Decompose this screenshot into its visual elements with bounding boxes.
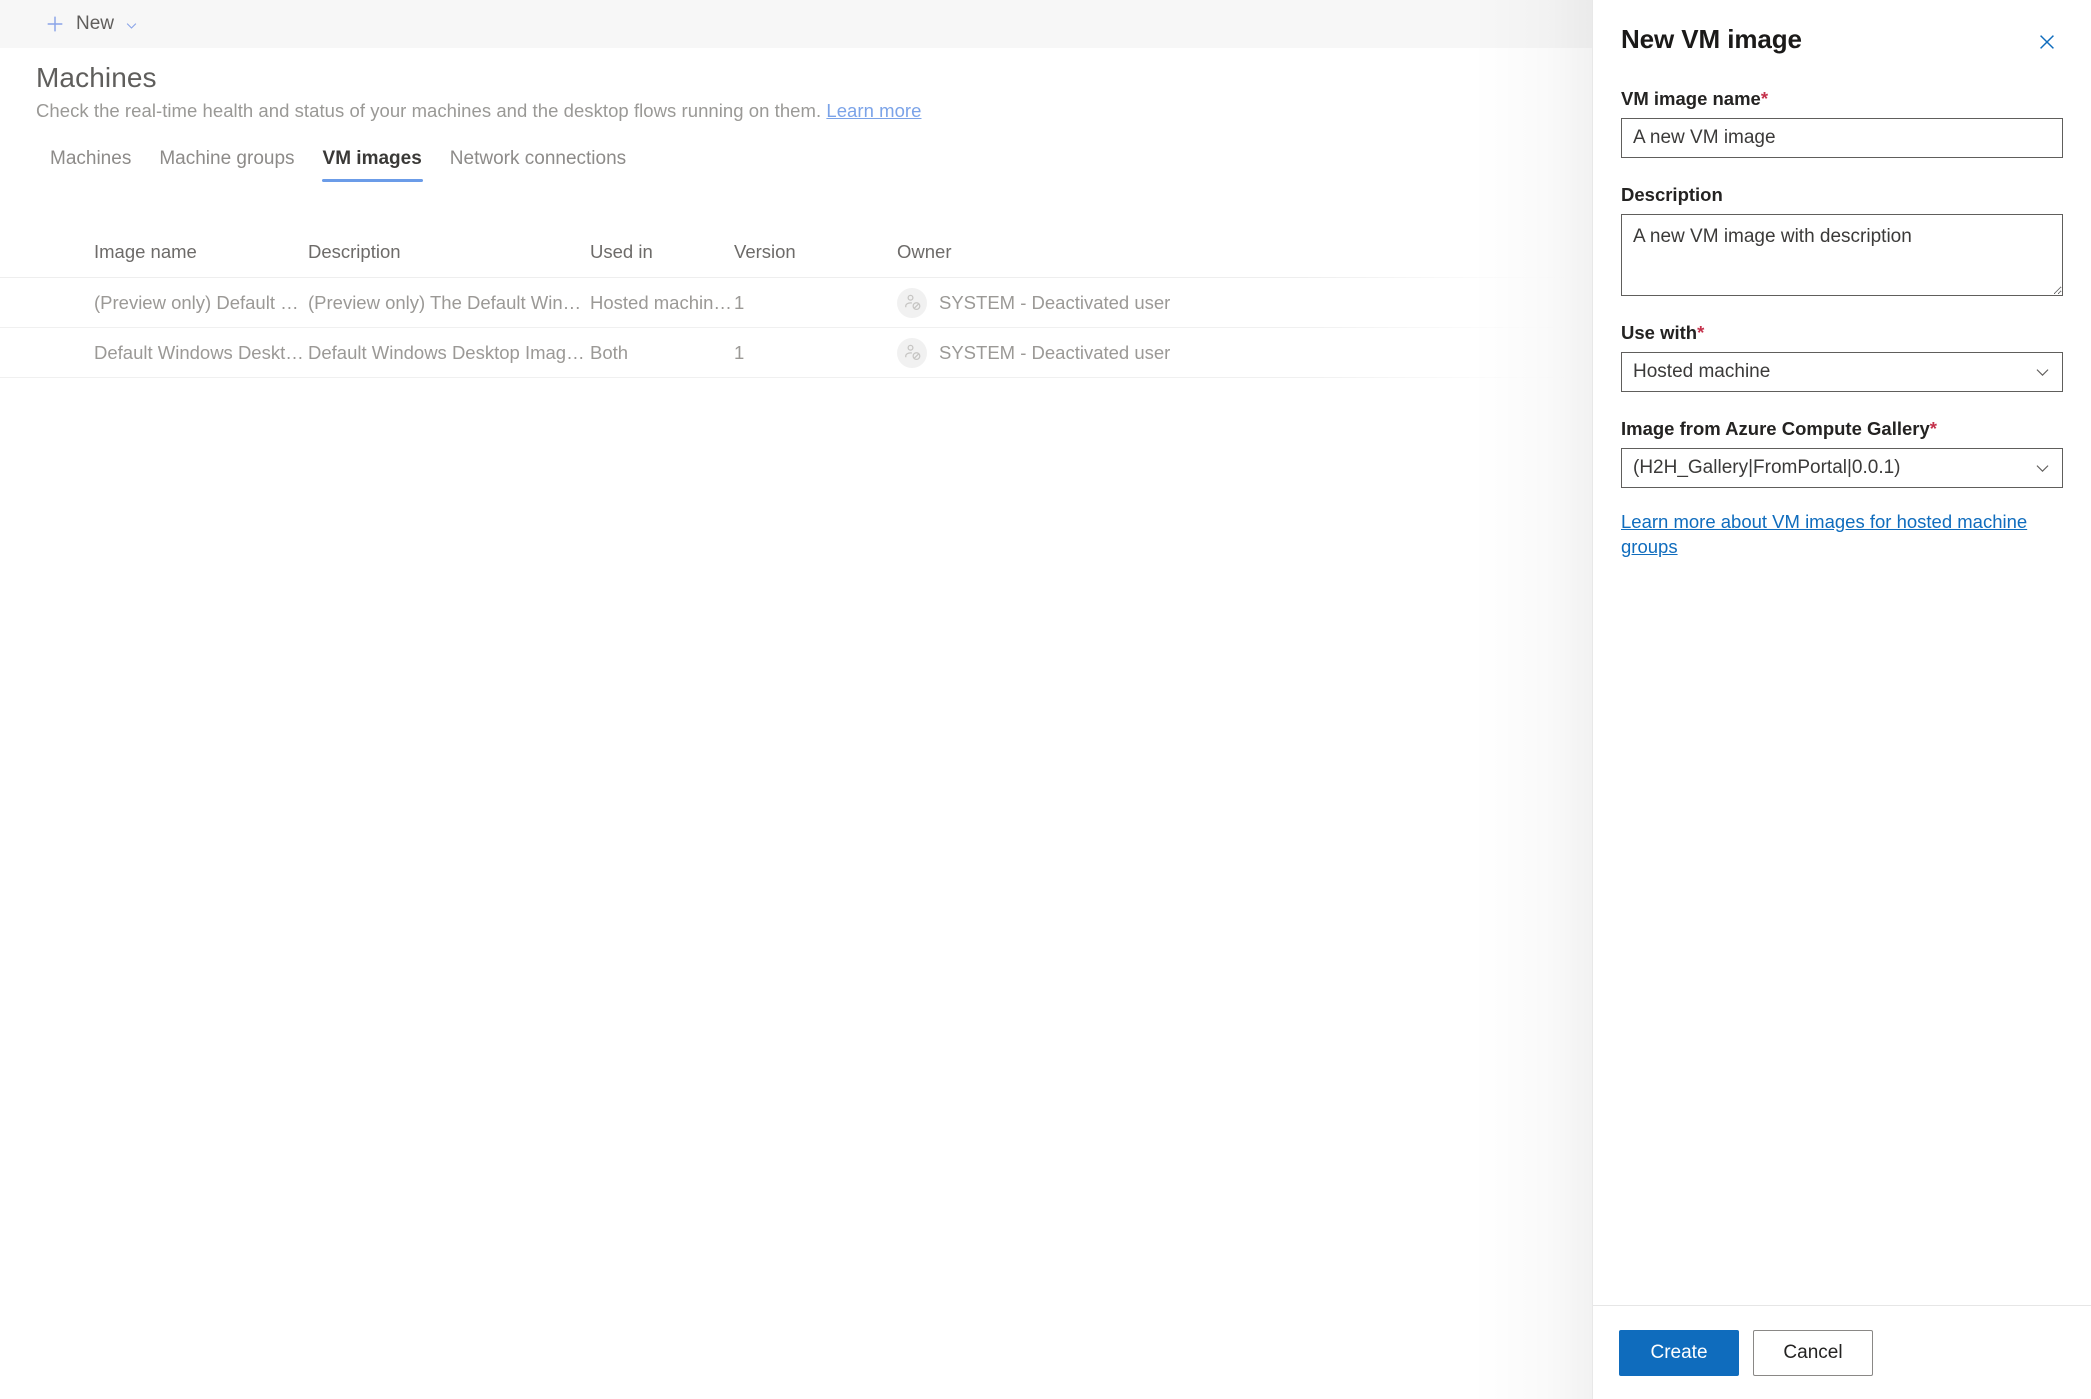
column-header-description[interactable]: Description — [308, 241, 590, 263]
field-vm-image-name: VM image name* — [1621, 88, 2063, 158]
new-button-label: New — [76, 13, 115, 34]
cell-version: 1 — [734, 341, 745, 363]
description-label: Description — [1621, 184, 2063, 206]
panel-footer: Create Cancel — [1593, 1305, 2091, 1399]
required-asterisk: * — [1760, 88, 1769, 109]
cell-image-name: Default Windows Desktop I... — [94, 341, 308, 363]
deactivated-user-icon — [897, 337, 927, 368]
cell-image-name: (Preview only) Default Windo... — [94, 291, 308, 313]
panel-header: New VM image — [1593, 0, 2091, 58]
tab-vm-images[interactable]: VM images — [309, 144, 436, 182]
new-button[interactable]: New — [36, 4, 147, 44]
panel-title: New VM image — [1621, 24, 1802, 54]
page-subtitle: Check the real-time health and status of… — [36, 100, 921, 122]
use-with-label: Use with* — [1621, 322, 2063, 344]
field-description: Description — [1621, 184, 2063, 296]
table-row[interactable]: (Preview only) Default Windo... (Preview… — [0, 278, 1592, 328]
command-bar: New — [0, 0, 1592, 48]
cell-used-in: Hosted machine group — [590, 291, 734, 313]
cell-used-in: Both — [590, 341, 629, 363]
close-button[interactable] — [2031, 26, 2063, 58]
learn-more-link[interactable]: Learn more — [826, 100, 921, 121]
cell-description: (Preview only) The Default Windows Desk.… — [308, 291, 590, 313]
create-button[interactable]: Create — [1619, 1329, 1739, 1376]
use-with-select[interactable]: Hosted machine — [1621, 352, 2063, 392]
field-gallery-image: Image from Azure Compute Gallery* (H2H_G… — [1621, 418, 2063, 488]
deactivated-user-icon — [897, 287, 927, 318]
tab-machines[interactable]: Machines — [36, 144, 145, 182]
required-asterisk: * — [1929, 418, 1937, 439]
table-row[interactable]: Default Windows Desktop I... Default Win… — [0, 328, 1592, 378]
description-textarea[interactable] — [1621, 214, 2063, 296]
page-subtitle-text: Check the real-time health and status of… — [36, 100, 822, 121]
tab-list: Machines Machine groups VM images Networ… — [36, 144, 640, 182]
table-header-row: Image name Description Used in Version O… — [0, 226, 1592, 278]
tab-machines-label: Machines — [50, 148, 132, 169]
cell-owner-label: SYSTEM - Deactivated user — [939, 341, 1171, 363]
column-header-used-in[interactable]: Used in — [590, 241, 734, 263]
tab-vm-images-label: VM images — [322, 148, 422, 169]
column-header-owner[interactable]: Owner — [897, 241, 1297, 263]
panel-body: VM image name* Description Use with* Hos… — [1593, 88, 2091, 560]
chevron-down-icon — [126, 22, 137, 29]
use-with-select-wrapper: Hosted machine — [1621, 352, 2063, 392]
gallery-image-select-wrapper: (H2H_Gallery|FromPortal|0.0.1) — [1621, 448, 2063, 488]
required-asterisk: * — [1697, 322, 1705, 343]
vm-images-table: Image name Description Used in Version O… — [0, 226, 1592, 378]
machines-page: Machines Check the real-time health and … — [0, 48, 1592, 1399]
description-label-text: Description — [1621, 184, 1723, 205]
cell-owner-label: SYSTEM - Deactivated user — [939, 291, 1171, 313]
column-header-version[interactable]: Version — [734, 241, 897, 263]
page-title: Machines — [36, 62, 157, 93]
new-vm-image-panel: New VM image VM image name* Description — [1592, 0, 2091, 1399]
vm-image-name-label: VM image name* — [1621, 88, 2063, 110]
tab-network-connections[interactable]: Network connections — [436, 144, 640, 182]
vm-image-name-label-text: VM image name — [1621, 88, 1761, 109]
plus-icon — [47, 16, 63, 32]
cell-description: Default Windows Desktop Image for use i.… — [308, 341, 590, 363]
panel-learn-more-link[interactable]: Learn more about VM images for hosted ma… — [1621, 510, 2063, 560]
vm-image-name-input[interactable] — [1621, 118, 2063, 158]
tab-machine-groups-label: Machine groups — [159, 148, 295, 169]
gallery-image-label-text: Image from Azure Compute Gallery — [1621, 418, 1930, 439]
tab-network-connections-label: Network connections — [449, 148, 627, 169]
field-use-with: Use with* Hosted machine — [1621, 322, 2063, 392]
cell-version: 1 — [734, 291, 745, 313]
close-icon — [2040, 35, 2054, 49]
cell-owner: SYSTEM - Deactivated user — [897, 287, 1297, 318]
cancel-button[interactable]: Cancel — [1753, 1329, 1873, 1376]
use-with-label-text: Use with — [1621, 322, 1698, 343]
column-header-image-name[interactable]: Image name — [28, 241, 308, 263]
gallery-image-label: Image from Azure Compute Gallery* — [1621, 418, 2063, 440]
cell-owner: SYSTEM - Deactivated user — [897, 337, 1297, 368]
tab-machine-groups[interactable]: Machine groups — [145, 144, 308, 182]
gallery-image-select[interactable]: (H2H_Gallery|FromPortal|0.0.1) — [1621, 448, 2063, 488]
